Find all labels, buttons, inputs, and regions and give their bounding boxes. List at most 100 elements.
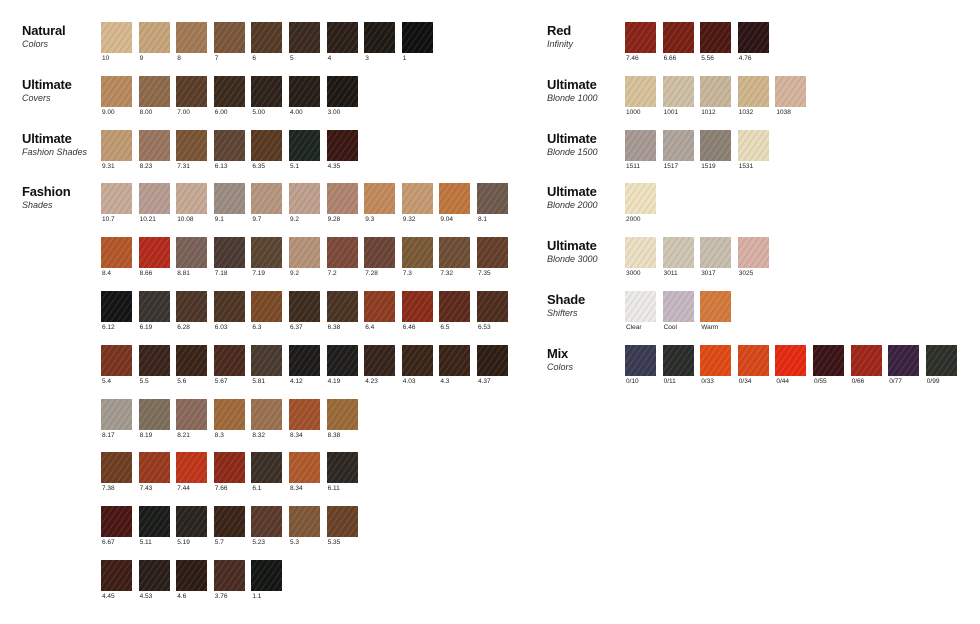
color-swatch[interactable]: 7.2 xyxy=(326,237,358,277)
color-swatch[interactable]: 0/77 xyxy=(888,344,920,385)
color-swatch[interactable]: 6.35 xyxy=(251,129,283,170)
color-swatch[interactable]: Cool xyxy=(662,291,694,331)
color-swatch[interactable]: 7.28 xyxy=(364,237,396,277)
color-swatch[interactable]: 3025 xyxy=(737,237,769,277)
color-swatch[interactable]: 4.23 xyxy=(364,344,396,385)
color-swatch[interactable]: 9.2 xyxy=(289,183,320,223)
color-swatch[interactable]: 7 xyxy=(213,22,245,62)
color-swatch[interactable]: 4.76 xyxy=(737,22,769,62)
color-swatch[interactable]: 9.31 xyxy=(101,129,132,170)
color-swatch[interactable]: 5.6 xyxy=(176,344,208,385)
color-swatch[interactable]: 1012 xyxy=(700,75,732,116)
color-swatch[interactable]: 3.00 xyxy=(326,75,358,116)
color-swatch[interactable]: 4.45 xyxy=(101,560,132,600)
color-swatch[interactable]: 3000 xyxy=(625,237,656,277)
color-swatch[interactable]: 9.28 xyxy=(326,183,358,223)
color-swatch[interactable]: 8.38 xyxy=(326,398,358,439)
color-swatch[interactable]: 6.13 xyxy=(213,129,245,170)
color-swatch[interactable]: 9.00 xyxy=(101,75,132,116)
color-swatch[interactable]: 6.11 xyxy=(326,452,358,492)
color-swatch[interactable]: 9.2 xyxy=(289,237,320,277)
color-swatch[interactable]: 6.1 xyxy=(251,452,283,492)
color-swatch[interactable]: 6.38 xyxy=(326,291,358,331)
color-swatch[interactable]: 5.19 xyxy=(176,506,208,546)
color-swatch[interactable]: 4.19 xyxy=(326,344,358,385)
color-swatch[interactable]: 2000 xyxy=(625,183,656,223)
color-swatch[interactable]: 6.12 xyxy=(101,291,132,331)
color-swatch[interactable]: 7.46 xyxy=(625,22,656,62)
color-swatch[interactable]: 0/11 xyxy=(662,344,694,385)
color-swatch[interactable]: 3 xyxy=(364,22,396,62)
color-swatch[interactable]: 1.1 xyxy=(251,560,283,600)
color-swatch[interactable]: 1032 xyxy=(737,75,769,116)
color-swatch[interactable]: 5.23 xyxy=(251,506,283,546)
color-swatch[interactable]: 8.17 xyxy=(101,398,132,439)
color-swatch[interactable]: 8.23 xyxy=(138,129,170,170)
color-swatch[interactable]: 8.4 xyxy=(101,237,132,277)
color-swatch[interactable]: 10.21 xyxy=(138,183,170,223)
color-swatch[interactable]: 7.66 xyxy=(213,452,245,492)
color-swatch[interactable]: 1 xyxy=(401,22,433,62)
color-swatch[interactable]: 0/66 xyxy=(850,344,882,385)
color-swatch[interactable]: Warm xyxy=(700,291,732,331)
color-swatch[interactable]: 4.3 xyxy=(439,344,471,385)
color-swatch[interactable]: 0/33 xyxy=(700,344,732,385)
color-swatch[interactable]: 3.76 xyxy=(213,560,245,600)
color-swatch[interactable]: 0/34 xyxy=(737,344,769,385)
color-swatch[interactable]: 7.3 xyxy=(401,237,433,277)
color-swatch[interactable]: 0/10 xyxy=(625,344,656,385)
color-swatch[interactable]: 4.35 xyxy=(326,129,358,170)
color-swatch[interactable]: 0/55 xyxy=(813,344,844,385)
color-swatch[interactable]: 5.3 xyxy=(289,506,320,546)
color-swatch[interactable]: 10.08 xyxy=(176,183,208,223)
color-swatch[interactable]: 8.34 xyxy=(289,398,320,439)
color-swatch[interactable]: 1000 xyxy=(625,75,656,116)
color-swatch[interactable]: 5.11 xyxy=(138,506,170,546)
color-swatch[interactable]: 5.67 xyxy=(213,344,245,385)
color-swatch[interactable]: 4.53 xyxy=(138,560,170,600)
color-swatch[interactable]: 7.18 xyxy=(213,237,245,277)
color-swatch[interactable]: 5.4 xyxy=(101,344,132,385)
color-swatch[interactable]: 4.00 xyxy=(289,75,320,116)
color-swatch[interactable]: 1038 xyxy=(775,75,807,116)
color-swatch[interactable]: 4 xyxy=(326,22,358,62)
color-swatch[interactable]: 9.7 xyxy=(251,183,283,223)
color-swatch[interactable]: 7.44 xyxy=(176,452,208,492)
color-swatch[interactable]: 1511 xyxy=(625,129,656,170)
color-swatch[interactable]: 1531 xyxy=(737,129,769,170)
color-swatch[interactable]: 8.66 xyxy=(138,237,170,277)
color-swatch[interactable]: 9.1 xyxy=(213,183,245,223)
color-swatch[interactable]: 5.7 xyxy=(213,506,245,546)
color-swatch[interactable]: 5.00 xyxy=(251,75,283,116)
color-swatch[interactable]: 7.31 xyxy=(176,129,208,170)
color-swatch[interactable]: 4.03 xyxy=(401,344,433,385)
color-swatch[interactable]: 8.34 xyxy=(289,452,320,492)
color-swatch[interactable]: 6.5 xyxy=(439,291,471,331)
color-swatch[interactable]: 6.28 xyxy=(176,291,208,331)
color-swatch[interactable]: 1001 xyxy=(662,75,694,116)
color-swatch[interactable]: 8.19 xyxy=(138,398,170,439)
color-swatch[interactable]: 6.67 xyxy=(101,506,132,546)
color-swatch[interactable]: 7.43 xyxy=(138,452,170,492)
color-swatch[interactable]: 6.03 xyxy=(213,291,245,331)
color-swatch[interactable]: 6.46 xyxy=(401,291,433,331)
color-swatch[interactable]: 6.4 xyxy=(364,291,396,331)
color-swatch[interactable]: 5.5 xyxy=(138,344,170,385)
color-swatch[interactable]: 5.56 xyxy=(700,22,732,62)
color-swatch[interactable]: 7.00 xyxy=(176,75,208,116)
color-swatch[interactable]: 6.66 xyxy=(662,22,694,62)
color-swatch[interactable]: 3017 xyxy=(700,237,732,277)
color-swatch[interactable]: 8.3 xyxy=(213,398,245,439)
color-swatch[interactable]: 4.6 xyxy=(176,560,208,600)
color-swatch[interactable]: 9.04 xyxy=(439,183,471,223)
color-swatch[interactable]: 5.35 xyxy=(326,506,358,546)
color-swatch[interactable]: 7.38 xyxy=(101,452,132,492)
color-swatch[interactable]: 0/44 xyxy=(775,344,807,385)
color-swatch[interactable]: 7.32 xyxy=(439,237,471,277)
color-swatch[interactable]: 1519 xyxy=(700,129,732,170)
color-swatch[interactable]: 8.1 xyxy=(477,183,508,223)
color-swatch[interactable]: 5 xyxy=(289,22,320,62)
color-swatch[interactable]: 8.32 xyxy=(251,398,283,439)
color-swatch[interactable]: 4.12 xyxy=(289,344,320,385)
color-swatch[interactable]: 3011 xyxy=(662,237,694,277)
